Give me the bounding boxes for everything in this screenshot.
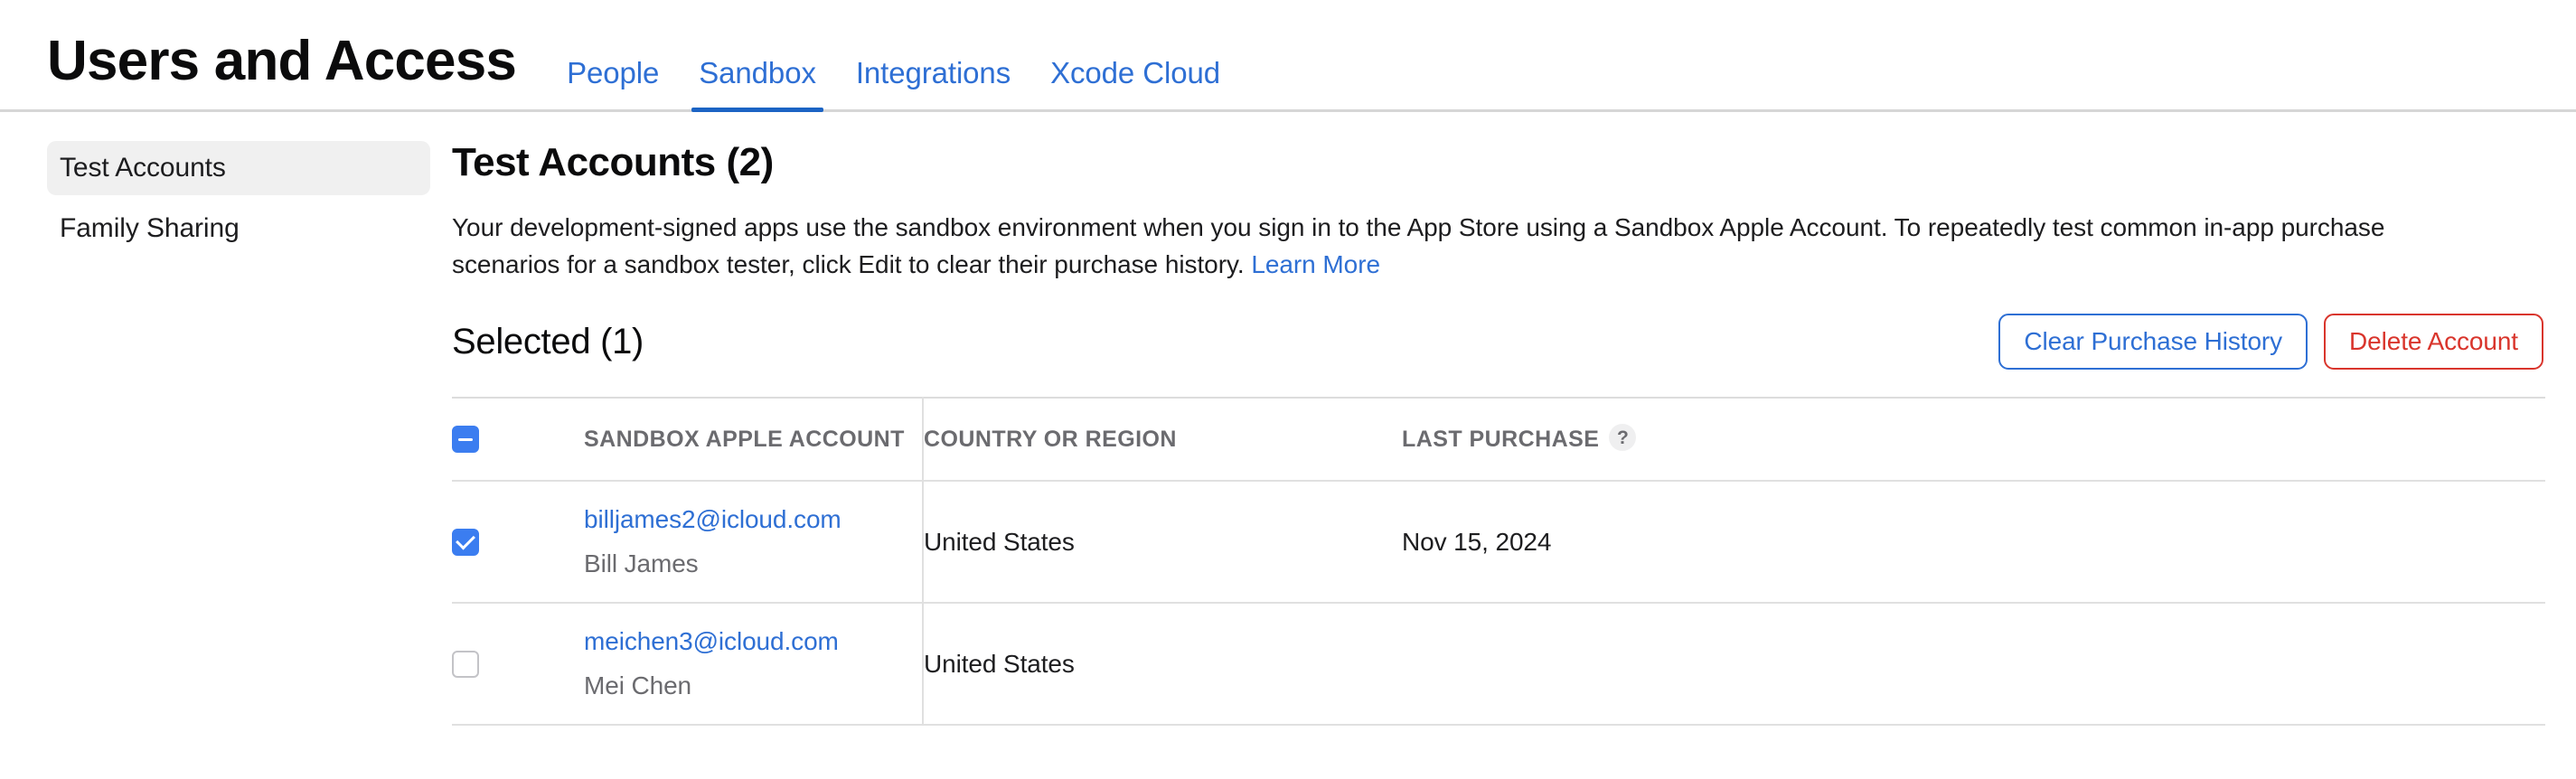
row-country-value: United States xyxy=(924,528,1075,556)
row-account-name: Bill James xyxy=(584,548,922,580)
column-header-country-label: COUNTRY OR REGION xyxy=(924,427,1177,452)
main-content: Test Accounts (2) Your development-signe… xyxy=(452,141,2576,726)
page-title: Users and Access xyxy=(47,33,516,89)
column-header-account[interactable]: SANDBOX APPLE ACCOUNT xyxy=(584,398,923,481)
row-last-purchase-value: Nov 15, 2024 xyxy=(1402,528,1551,556)
column-header-last-purchase-label: LAST PURCHASE xyxy=(1402,425,1599,455)
row-last-purchase-cell: Nov 15, 2024 xyxy=(1402,481,2545,603)
row-country-cell: United States xyxy=(923,481,1402,603)
column-header-account-label: SANDBOX APPLE ACCOUNT xyxy=(584,427,905,452)
sidebar-item-test-accounts[interactable]: Test Accounts xyxy=(47,141,430,195)
table-row[interactable]: meichen3@icloud.com Mei Chen United Stat… xyxy=(452,603,2545,725)
page-header: Users and Access People Sandbox Integrat… xyxy=(0,0,2576,112)
main-tabbar: People Sandbox Integrations Xcode Cloud xyxy=(547,0,1240,109)
row-checkbox[interactable] xyxy=(452,651,479,678)
row-select-cell xyxy=(452,481,584,603)
delete-account-button[interactable]: Delete Account xyxy=(2324,314,2543,370)
column-header-last-purchase[interactable]: LAST PURCHASE ? xyxy=(1402,398,2545,481)
row-checkbox[interactable] xyxy=(452,529,479,556)
selected-count-label: Selected (1) xyxy=(452,324,644,360)
tab-sandbox[interactable]: Sandbox xyxy=(679,58,836,109)
row-account-email[interactable]: billjames2@icloud.com xyxy=(584,503,922,536)
sidebar-item-family-sharing[interactable]: Family Sharing xyxy=(47,202,430,256)
row-account-email[interactable]: meichen3@icloud.com xyxy=(584,625,922,658)
tab-integrations[interactable]: Integrations xyxy=(836,58,1030,109)
row-country-value: United States xyxy=(924,650,1075,678)
select-all-checkbox[interactable] xyxy=(452,426,479,453)
section-description: Your development-signed apps use the san… xyxy=(452,210,2468,283)
body-wrapper: Test Accounts Family Sharing Test Accoun… xyxy=(0,112,2576,726)
description-text: Your development-signed apps use the san… xyxy=(452,213,2384,277)
test-accounts-table: SANDBOX APPLE ACCOUNT COUNTRY OR REGION … xyxy=(452,397,2545,726)
table-head: SANDBOX APPLE ACCOUNT COUNTRY OR REGION … xyxy=(452,398,2545,481)
tab-people[interactable]: People xyxy=(547,58,679,109)
table-body: billjames2@icloud.com Bill James United … xyxy=(452,481,2545,725)
row-last-purchase-cell xyxy=(1402,603,2545,725)
sidebar: Test Accounts Family Sharing xyxy=(0,141,452,726)
section-title: Test Accounts (2) xyxy=(452,141,2545,184)
row-account-cell: billjames2@icloud.com Bill James xyxy=(584,481,923,603)
select-all-cell xyxy=(452,398,584,481)
selection-toolbar: Selected (1) Clear Purchase History Dele… xyxy=(452,314,2545,370)
table-row[interactable]: billjames2@icloud.com Bill James United … xyxy=(452,481,2545,603)
learn-more-link[interactable]: Learn More xyxy=(1251,250,1380,278)
tab-xcode-cloud[interactable]: Xcode Cloud xyxy=(1030,58,1240,109)
row-country-cell: United States xyxy=(923,603,1402,725)
row-account-name: Mei Chen xyxy=(584,670,922,702)
toolbar-actions: Clear Purchase History Delete Account xyxy=(1998,314,2543,370)
table-header-row: SANDBOX APPLE ACCOUNT COUNTRY OR REGION … xyxy=(452,398,2545,481)
clear-purchase-history-button[interactable]: Clear Purchase History xyxy=(1998,314,2308,370)
row-account-cell: meichen3@icloud.com Mei Chen xyxy=(584,603,923,725)
column-header-country[interactable]: COUNTRY OR REGION xyxy=(923,398,1402,481)
help-icon[interactable]: ? xyxy=(1609,424,1636,451)
row-select-cell xyxy=(452,603,584,725)
